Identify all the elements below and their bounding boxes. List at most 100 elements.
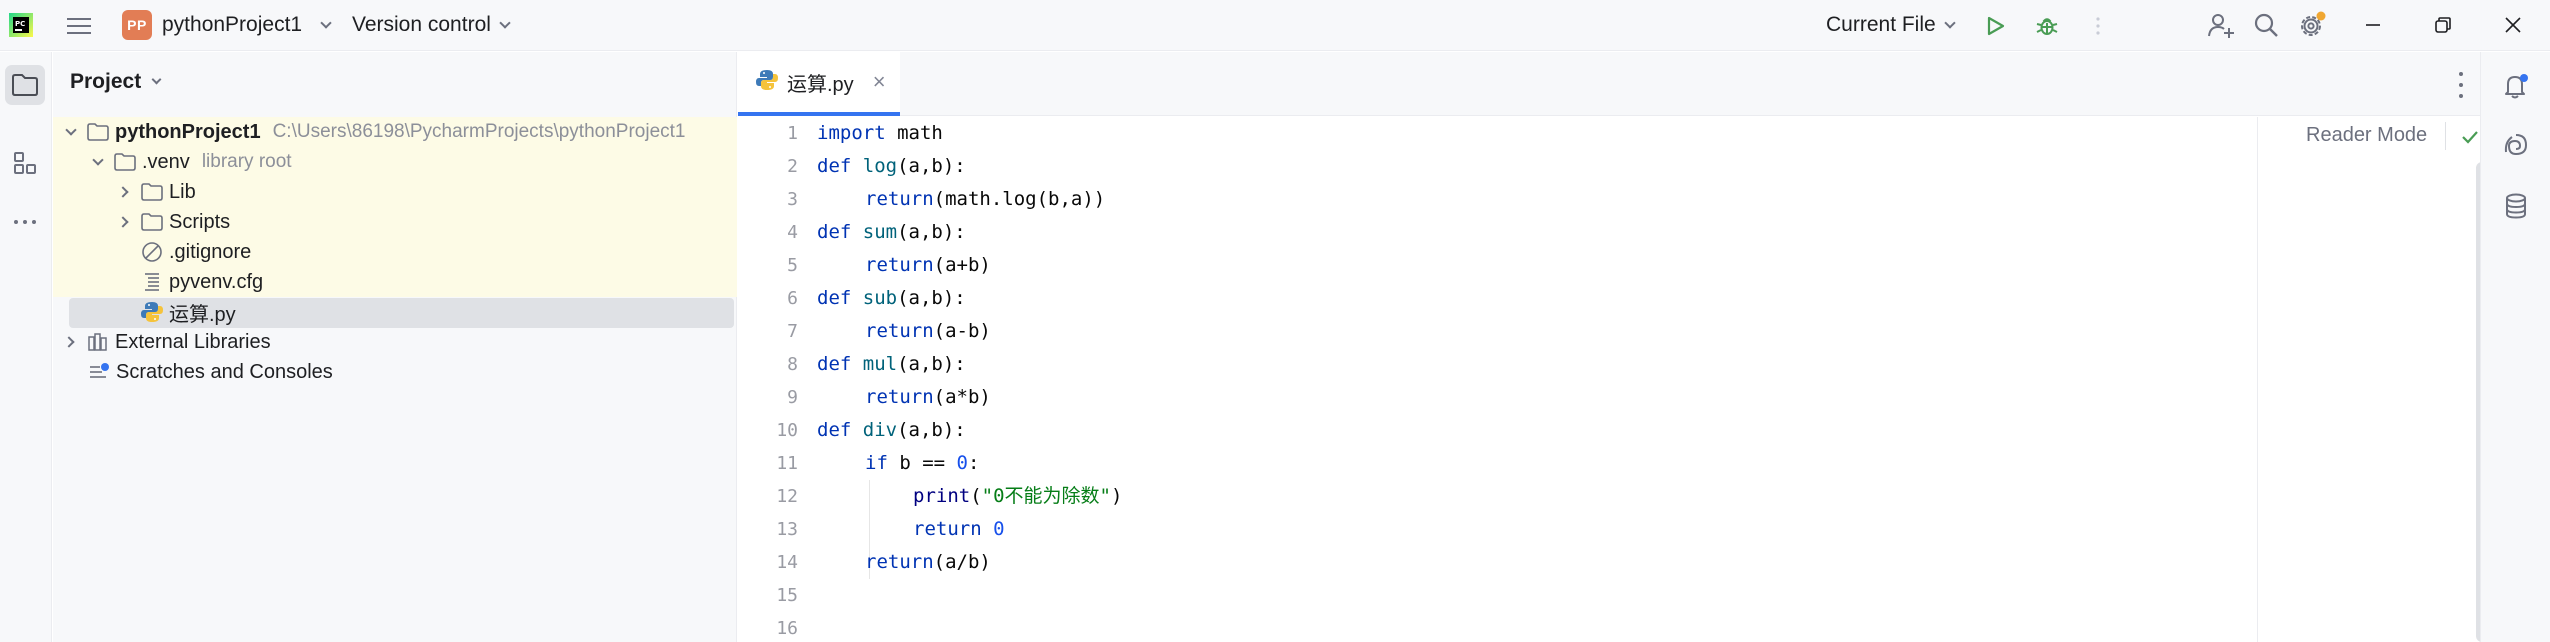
- main-menu-button[interactable]: [64, 11, 94, 41]
- chevron-down-icon[interactable]: [60, 121, 82, 143]
- ai-assistant-icon: [2504, 134, 2528, 156]
- chevron-down-icon: [320, 16, 332, 29]
- add-user-icon: [2208, 14, 2234, 38]
- project-panel-title: Project: [70, 70, 142, 93]
- line-number: 9: [787, 387, 798, 408]
- reader-mode-button[interactable]: Reader Mode: [2306, 124, 2427, 147]
- line-number: 1: [787, 123, 798, 144]
- project-tool-window: Project pythonProject1 C:\Users\86198\Py…: [53, 52, 737, 642]
- tree-item-venv[interactable]: .venv library root: [53, 147, 737, 177]
- close-window-button[interactable]: [2498, 10, 2528, 40]
- version-control-switcher[interactable]: Version control: [352, 9, 511, 41]
- tree-item-label: Lib: [169, 180, 196, 203]
- editor-area: 运算.py × 1 2 3 4 5 6 7 8 9 10 11 12 13 14 15 16 import m…: [738, 52, 2488, 642]
- code-line: print("0不能为除数"): [913, 485, 1123, 507]
- project-switcher[interactable]: PP pythonProject1: [122, 9, 332, 41]
- project-badge: PP: [122, 10, 152, 40]
- editor-tab-yunsuan-py[interactable]: 运算.py ×: [738, 52, 900, 116]
- line-number-gutter: 1 2 3 4 5 6 7 8 9 10 11 12 13 14 15 16: [738, 117, 798, 642]
- tree-item-external-libraries[interactable]: External Libraries: [53, 327, 737, 357]
- minimize-icon: [2366, 24, 2380, 26]
- library-icon: [86, 330, 110, 354]
- chevron-down-icon[interactable]: [87, 151, 109, 173]
- restore-window-button[interactable]: [2428, 10, 2458, 40]
- ide-settings-button[interactable]: [2296, 10, 2328, 40]
- search-everywhere-button[interactable]: [2251, 10, 2281, 40]
- run-configuration-selector[interactable]: Current File: [1826, 9, 1956, 41]
- tree-item-scripts[interactable]: Scripts: [53, 207, 737, 237]
- tree-item-label: 运算.py: [169, 303, 236, 326]
- folder-icon: [113, 150, 137, 174]
- line-number: 4: [787, 222, 798, 243]
- tree-item-label: pythonProject1: [115, 120, 261, 143]
- tree-item-label: Scripts: [169, 210, 231, 233]
- pycharm-logo-icon[interactable]: PC: [9, 13, 33, 37]
- tree-item-gitignore[interactable]: .gitignore: [53, 237, 737, 267]
- library-root-hint: library root: [201, 151, 292, 172]
- title-bar: PC PP pythonProject1 Version control Cur…: [0, 0, 2550, 51]
- ignored-file-icon: [140, 240, 164, 264]
- line-number: 2: [787, 156, 798, 177]
- line-number: 14: [776, 552, 798, 573]
- tree-item-label: pyvenv.cfg: [169, 270, 264, 293]
- project-tool-button[interactable]: [5, 65, 45, 105]
- tree-item-yunsuan-py[interactable]: 运算.py: [53, 297, 737, 327]
- code-line: return(a/b): [865, 551, 991, 573]
- code-line: def mul(a,b):: [817, 353, 966, 375]
- code-line: return(a+b): [865, 254, 991, 276]
- database-button[interactable]: [2500, 190, 2532, 222]
- folder-icon: [140, 210, 164, 234]
- code-line: return(a-b): [865, 320, 991, 342]
- more-vertical-icon: [2096, 17, 2100, 35]
- code-line: def sum(a,b):: [817, 221, 966, 243]
- play-icon: [1987, 16, 2005, 36]
- line-number: 12: [776, 486, 798, 507]
- line-number: 8: [787, 354, 798, 375]
- close-tab-icon[interactable]: ×: [873, 69, 886, 95]
- chevron-right-icon[interactable]: [114, 181, 136, 203]
- structure-tool-button[interactable]: [5, 143, 45, 183]
- code-line: def sub(a,b):: [817, 287, 966, 309]
- run-button[interactable]: [1980, 11, 2010, 41]
- minimize-window-button[interactable]: [2358, 10, 2388, 40]
- run-config-label: Current File: [1826, 13, 1936, 36]
- more-tool-windows-button[interactable]: [5, 202, 45, 242]
- tree-item-label: .gitignore: [169, 240, 252, 263]
- code-with-me-button[interactable]: [2206, 10, 2236, 40]
- tree-item-label: External Libraries: [115, 330, 271, 353]
- search-icon: [2254, 13, 2278, 37]
- more-horizontal-icon: [14, 220, 36, 224]
- right-tool-window-bar: [2480, 52, 2550, 642]
- line-number: 10: [776, 420, 798, 441]
- checkmark-icon[interactable]: [2458, 125, 2482, 149]
- tree-item-project-root[interactable]: pythonProject1 C:\Users\86198\PycharmPro…: [53, 117, 737, 147]
- chevron-right-icon[interactable]: [114, 211, 136, 233]
- project-view-header[interactable]: Project: [70, 70, 162, 94]
- code-line: def div(a,b):: [817, 419, 966, 441]
- ai-assistant-button[interactable]: [2500, 130, 2532, 162]
- left-tool-window-bar: [0, 52, 52, 642]
- project-name: pythonProject1: [162, 13, 303, 36]
- line-number: 11: [776, 453, 798, 474]
- svg-text:PC: PC: [15, 20, 25, 28]
- chevron-right-icon[interactable]: [60, 331, 82, 353]
- tree-item-label: Scratches and Consoles: [116, 360, 333, 383]
- chevron-down-icon: [151, 74, 162, 85]
- code-line: return 0: [913, 518, 1005, 540]
- database-icon: [2506, 193, 2526, 219]
- more-actions-button[interactable]: [2088, 11, 2108, 41]
- more-vertical-icon[interactable]: [2454, 72, 2468, 98]
- debug-button[interactable]: [2032, 11, 2062, 41]
- folder-icon: [140, 180, 164, 204]
- code-editor[interactable]: import math def log(a,b): return(math.lo…: [817, 117, 2297, 642]
- bug-icon: [2036, 18, 2058, 35]
- chevron-down-icon: [1944, 16, 1956, 29]
- right-margin-line: [2257, 117, 2258, 642]
- tree-item-scratches[interactable]: Scratches and Consoles: [53, 357, 737, 387]
- notifications-button[interactable]: [2500, 70, 2532, 102]
- tree-item-lib[interactable]: Lib: [53, 177, 737, 207]
- tree-item-pyvenv-cfg[interactable]: pyvenv.cfg: [53, 267, 737, 297]
- bell-icon: [2505, 74, 2528, 99]
- folder-icon: [12, 74, 38, 96]
- line-number: 5: [787, 255, 798, 276]
